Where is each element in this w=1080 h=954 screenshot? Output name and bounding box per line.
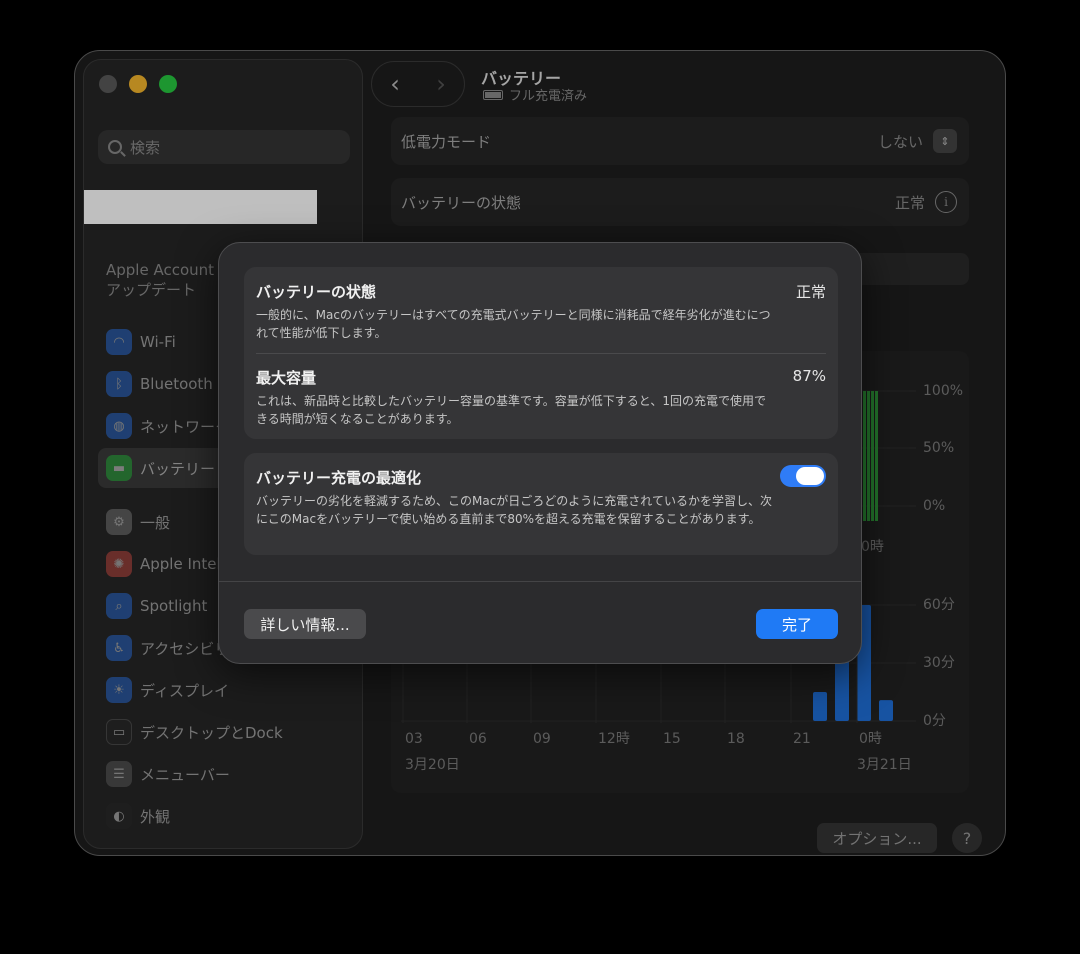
optimize-title: バッテリー充電の最適化 <box>256 469 422 487</box>
health-title: バッテリーの状態 <box>256 283 377 301</box>
capacity-title: 最大容量 <box>256 369 317 387</box>
capacity-value: 87% <box>792 367 826 385</box>
done-button[interactable]: 完了 <box>756 609 838 639</box>
optimize-card: バッテリー充電の最適化 バッテリーの劣化を軽減するため、このMacが日ごろどのよ… <box>244 453 838 555</box>
divider <box>256 353 826 354</box>
health-section: バッテリーの状態 正常 一般的に、Macのバッテリーはすべての充電式バッテリーと… <box>256 281 826 342</box>
toggle-knob <box>796 467 824 485</box>
health-card: バッテリーの状態 正常 一般的に、Macのバッテリーはすべての充電式バッテリーと… <box>244 267 838 439</box>
capacity-description: これは、新品時と比較したバッテリー容量の基準です。容量が低下すると、1回の充電で… <box>256 394 766 426</box>
battery-health-sheet: バッテリーの状態 正常 一般的に、Macのバッテリーはすべての充電式バッテリーと… <box>218 242 862 664</box>
more-info-button[interactable]: 詳しい情報... <box>244 609 366 639</box>
optimize-toggle[interactable] <box>780 465 826 487</box>
health-value: 正常 <box>795 283 826 301</box>
optimize-description: バッテリーの劣化を軽減するため、このMacが日ごろどのように充電されているかを学… <box>256 494 772 526</box>
health-description: 一般的に、Macのバッテリーはすべての充電式バッテリーと同様に消耗品で経年劣化が… <box>256 308 771 340</box>
sheet-divider <box>219 581 861 582</box>
capacity-section: 最大容量 87% これは、新品時と比較したバッテリー容量の基準です。容量が低下す… <box>256 367 826 428</box>
optimize-section: バッテリー充電の最適化 バッテリーの劣化を軽減するため、このMacが日ごろどのよ… <box>256 467 826 528</box>
